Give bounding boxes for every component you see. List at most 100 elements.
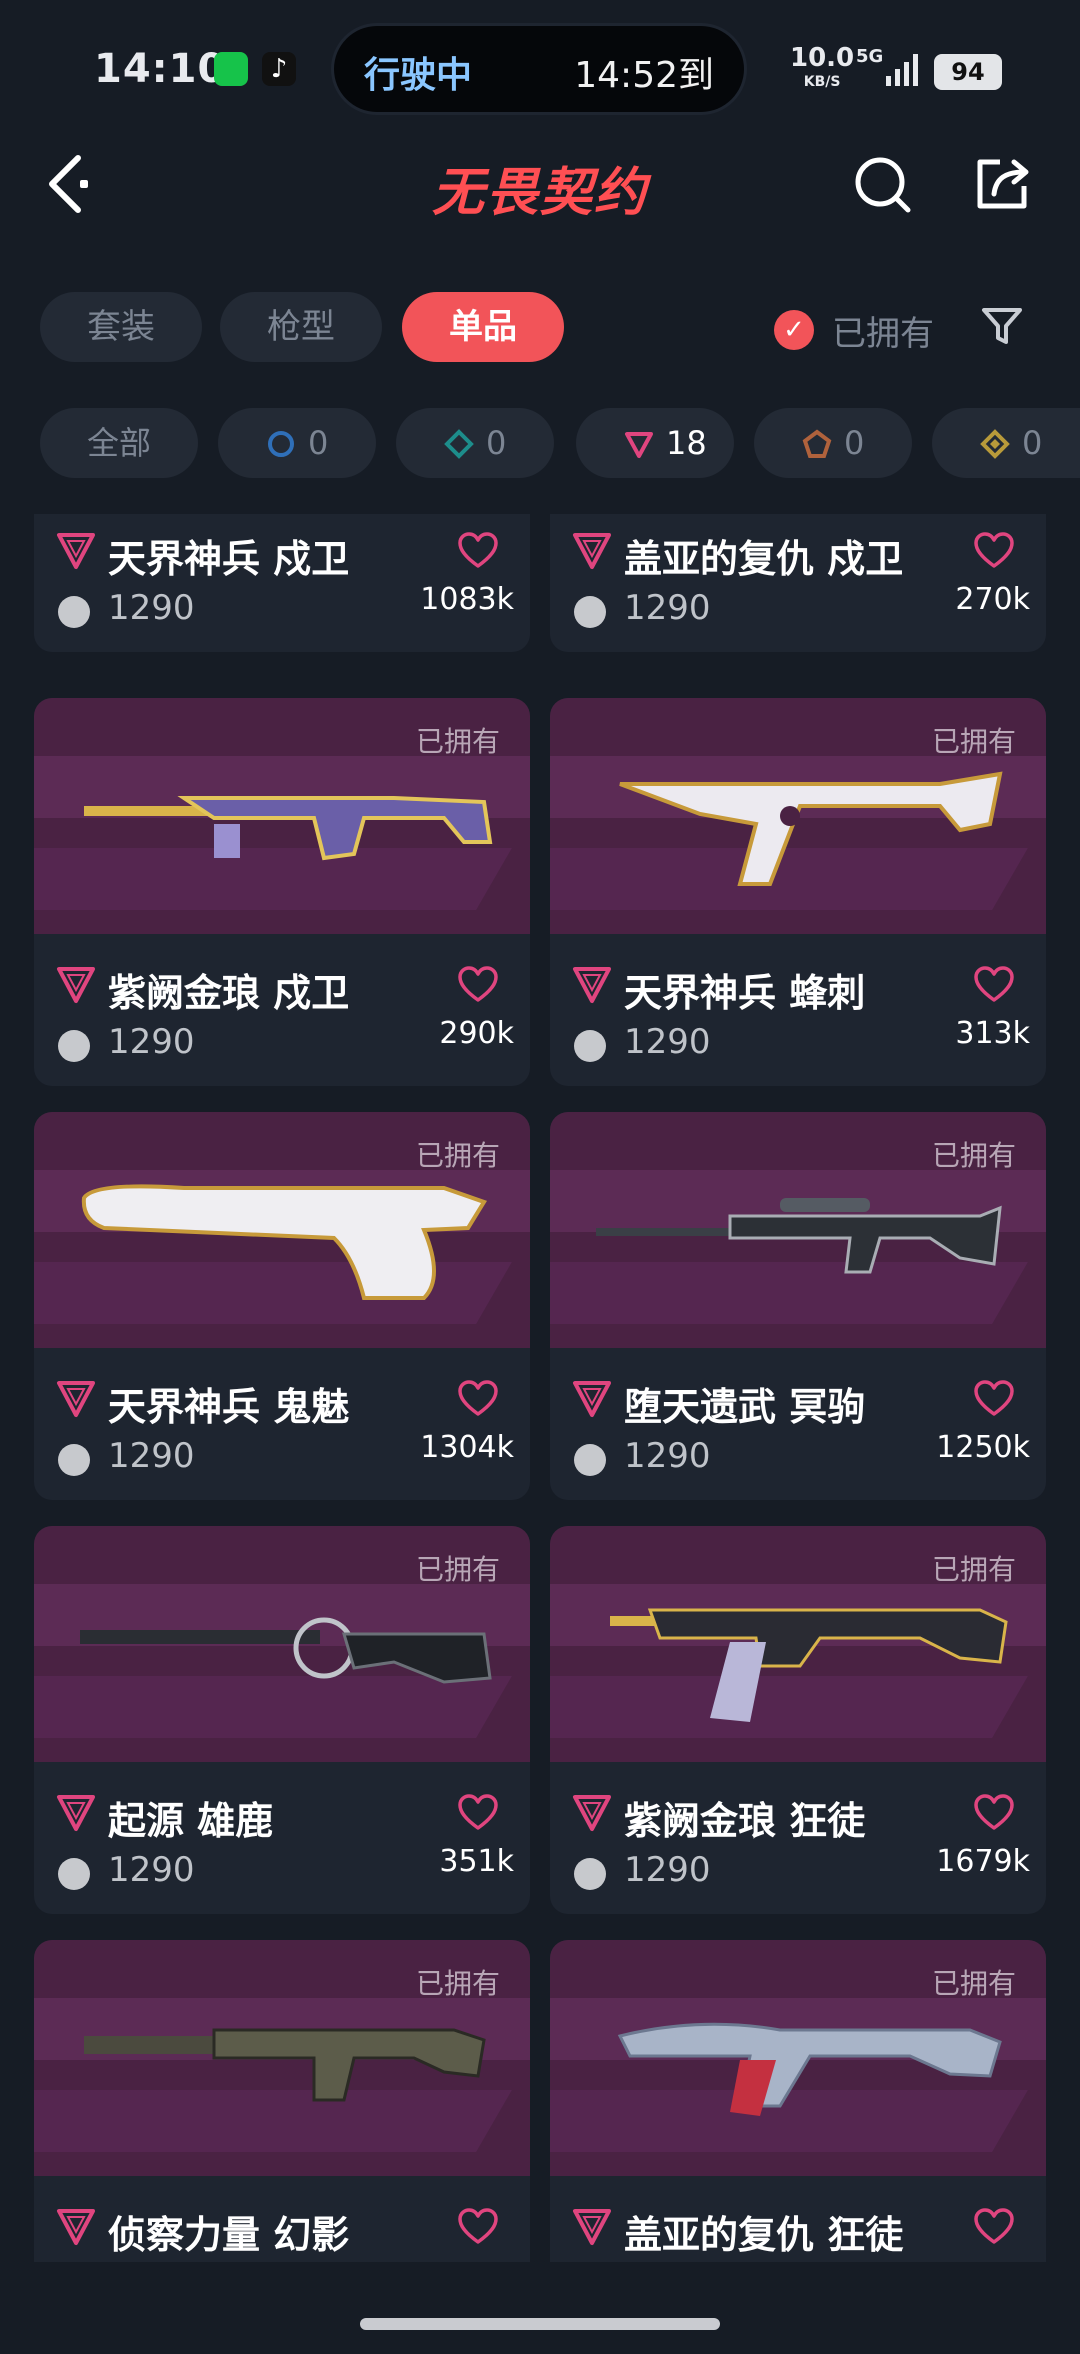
rarity-count: 0 bbox=[1022, 424, 1043, 462]
item-card[interactable]: 已拥有 侦察力量 幻影 bbox=[34, 1940, 530, 2262]
rifle-image bbox=[84, 796, 493, 861]
item-name: 紫阙金琅 狂徒 bbox=[624, 1799, 866, 1843]
premium-tier-icon bbox=[57, 2209, 95, 2245]
filter-icon[interactable] bbox=[980, 304, 1024, 348]
vp-currency-icon bbox=[58, 1444, 90, 1476]
battery-indicator: 94 bbox=[934, 54, 1002, 90]
owned-badge: 已拥有 bbox=[931, 1139, 1016, 1172]
item-grid[interactable]: 天界神兵 戍卫 1290 1083k 盖亚的复仇 戍卫 1290 270k 已拥… bbox=[34, 514, 1046, 2262]
vp-currency-icon bbox=[574, 596, 606, 628]
wechat-icon bbox=[214, 52, 248, 86]
dynamic-island-navigation[interactable]: 行驶中 14:52到 bbox=[334, 26, 744, 112]
rarity-count: 18 bbox=[666, 424, 707, 462]
owned-checkbox[interactable]: ✓ bbox=[774, 310, 814, 350]
item-card[interactable]: 已拥有 天界神兵 鬼魅 1290 1304k bbox=[34, 1112, 530, 1500]
vp-currency-icon bbox=[574, 1858, 606, 1890]
item-price: 1290 bbox=[108, 1022, 195, 1062]
rarity-chip-all[interactable]: 全部 bbox=[40, 408, 198, 478]
pistol-image bbox=[81, 1184, 488, 1300]
item-card[interactable]: 已拥有 盖亚的复仇 狂徒 bbox=[550, 1940, 1046, 2262]
heart-icon[interactable] bbox=[458, 532, 498, 570]
item-name: 侦察力量 幻影 bbox=[108, 2213, 350, 2257]
owned-badge: 已拥有 bbox=[931, 1967, 1016, 2000]
smg-image bbox=[619, 771, 1003, 886]
heart-icon[interactable] bbox=[974, 2208, 1014, 2246]
item-name: 紫阙金琅 戍卫 bbox=[108, 971, 350, 1015]
signal-icon bbox=[886, 54, 918, 86]
rarity-chip-select[interactable]: 0 bbox=[218, 408, 376, 478]
heart-icon[interactable] bbox=[458, 1794, 498, 1832]
item-price: 1290 bbox=[108, 1436, 195, 1476]
rarity-count: 0 bbox=[844, 424, 865, 462]
tab-weapon-types[interactable]: 枪型 bbox=[220, 292, 382, 362]
premium-tier-icon bbox=[573, 967, 611, 1003]
heart-icon[interactable] bbox=[974, 1380, 1014, 1418]
sniper-image bbox=[596, 1198, 1002, 1274]
rarity-chip-deluxe[interactable]: 0 bbox=[396, 408, 554, 478]
item-card[interactable]: 已拥有 天界神兵 蜂刺 1290 313k bbox=[550, 698, 1046, 1086]
item-price: 1290 bbox=[108, 588, 195, 628]
heart-icon[interactable] bbox=[458, 1380, 498, 1418]
item-name: 堕天遗武 冥驹 bbox=[624, 1385, 866, 1429]
item-card[interactable]: 已拥有 紫阙金琅 戍卫 1290 290k bbox=[34, 698, 530, 1086]
tab-bundles[interactable]: 套装 bbox=[40, 292, 202, 362]
item-price: 1290 bbox=[624, 1850, 711, 1890]
premium-tier-icon bbox=[573, 1795, 611, 1831]
premium-tier-icon bbox=[57, 1795, 95, 1831]
owned-badge: 已拥有 bbox=[415, 1967, 500, 2000]
premium-tier-icon bbox=[625, 432, 653, 458]
net-speed: 10.0 KB/S bbox=[790, 43, 855, 94]
rarity-count: 0 bbox=[486, 424, 507, 462]
island-status: 行驶中 bbox=[364, 55, 473, 96]
rarity-chip-premium[interactable]: 18 bbox=[576, 408, 734, 478]
owned-badge: 已拥有 bbox=[415, 1553, 500, 1586]
network-type: 5G bbox=[856, 46, 884, 67]
vp-currency-icon bbox=[574, 1030, 606, 1062]
premium-tier-icon bbox=[573, 533, 611, 569]
owned-badge: 已拥有 bbox=[931, 725, 1016, 758]
item-price: 1290 bbox=[624, 588, 711, 628]
item-card[interactable]: 已拥有 起源 雄鹿 1290 351k bbox=[34, 1526, 530, 1914]
owned-filter-label[interactable]: 已拥有 bbox=[832, 306, 934, 355]
search-icon[interactable] bbox=[852, 154, 912, 214]
vp-currency-icon bbox=[58, 596, 90, 628]
home-indicator[interactable] bbox=[360, 2318, 720, 2330]
back-icon[interactable] bbox=[44, 152, 88, 216]
rarity-count: 0 bbox=[308, 424, 329, 462]
item-name: 天界神兵 鬼魅 bbox=[108, 1385, 350, 1429]
vp-currency-icon bbox=[58, 1030, 90, 1062]
item-price: 1290 bbox=[624, 1022, 711, 1062]
page-title: 无畏契约 bbox=[431, 163, 648, 223]
owned-badge: 已拥有 bbox=[415, 725, 500, 758]
heart-icon[interactable] bbox=[974, 966, 1014, 1004]
phantom-image bbox=[84, 2028, 486, 2102]
premium-tier-icon bbox=[573, 1381, 611, 1417]
item-card[interactable]: 已拥有 堕天遗武 冥驹 1290 1250k bbox=[550, 1112, 1046, 1500]
net-speed-value: 10.0 bbox=[790, 43, 855, 73]
shotgun-image bbox=[80, 1617, 492, 1684]
item-likes: 270k bbox=[955, 582, 1030, 617]
vp-currency-icon bbox=[574, 1444, 606, 1476]
item-card[interactable]: 天界神兵 戍卫 1290 1083k bbox=[34, 514, 530, 652]
item-name: 天界神兵 戍卫 bbox=[108, 537, 350, 581]
owned-badge: 已拥有 bbox=[931, 1553, 1016, 1586]
heart-icon[interactable] bbox=[458, 2208, 498, 2246]
net-speed-unit: KB/S bbox=[803, 74, 841, 90]
heart-icon[interactable] bbox=[974, 1794, 1014, 1832]
share-icon[interactable] bbox=[972, 154, 1032, 214]
item-card[interactable]: 已拥有 紫阙金琅 狂徒 1290 1679k bbox=[550, 1526, 1046, 1914]
item-name: 天界神兵 蜂刺 bbox=[624, 971, 866, 1015]
item-card[interactable]: 盖亚的复仇 戍卫 1290 270k bbox=[550, 514, 1046, 652]
item-price: 1290 bbox=[108, 1850, 195, 1890]
heart-icon[interactable] bbox=[974, 532, 1014, 570]
tab-items[interactable]: 单品 bbox=[402, 292, 564, 362]
vandal-image bbox=[610, 1608, 1008, 1722]
item-name: 盖亚的复仇 狂徒 bbox=[624, 2213, 904, 2257]
premium-tier-icon bbox=[57, 1381, 95, 1417]
owned-badge: 已拥有 bbox=[415, 1139, 500, 1172]
item-likes: 1304k bbox=[420, 1430, 514, 1465]
rarity-chip-exclusive[interactable]: 0 bbox=[754, 408, 912, 478]
rarity-chip-ultra[interactable]: 0 bbox=[932, 408, 1080, 478]
item-name: 起源 雄鹿 bbox=[108, 1799, 274, 1843]
heart-icon[interactable] bbox=[458, 966, 498, 1004]
